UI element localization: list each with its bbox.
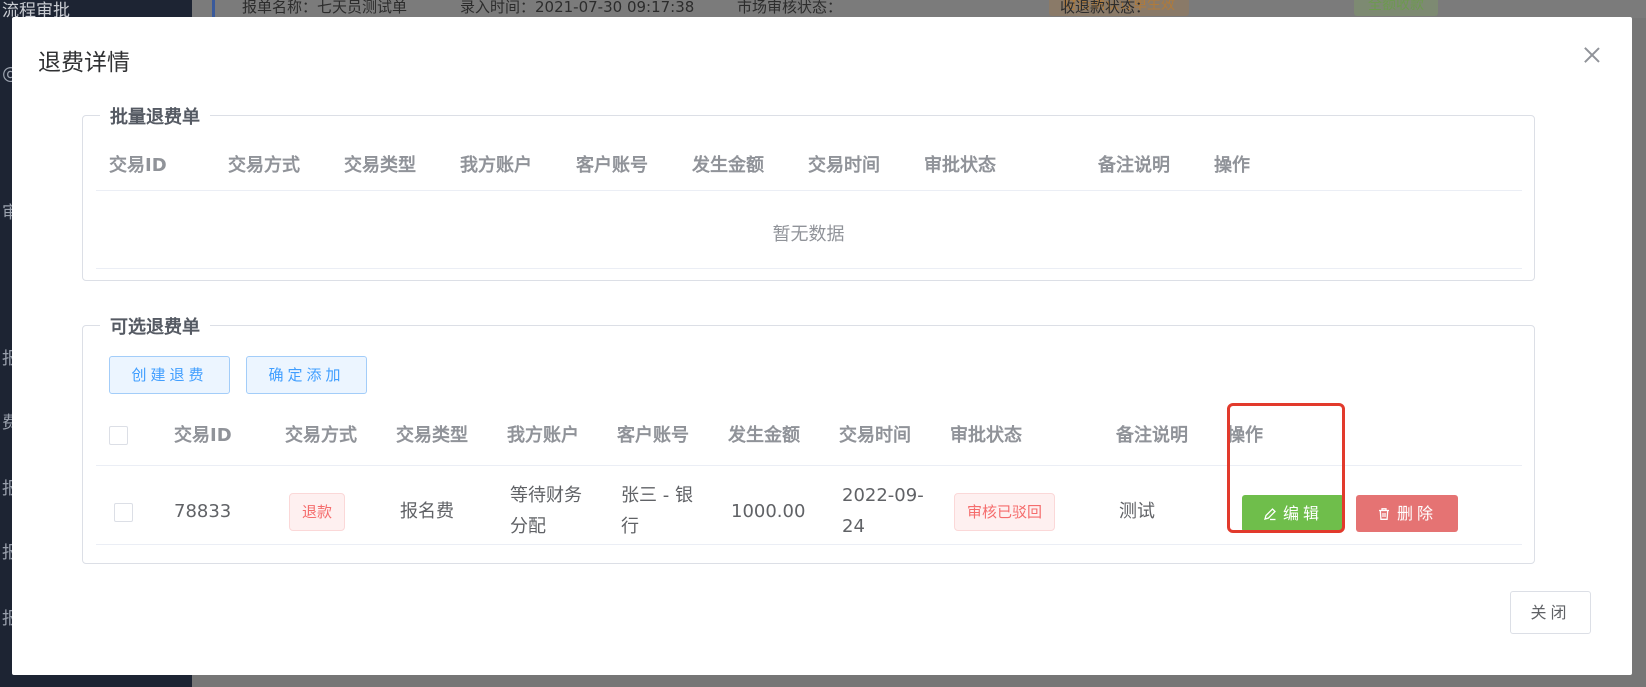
batch-refund-section: 批量退费单 交易ID 交易方式 交易类型 我方账户 客户账号 发生金额 交易时间… [82,103,1535,281]
column-header: 我方账户 [507,425,579,446]
optional-refund-legend: 可选退费单 [100,313,210,339]
column-header: 操作 [1227,425,1263,446]
column-header: 交易类型 [396,425,468,446]
confirm-add-button[interactable]: 确定添加 [246,356,367,394]
refund-detail-dialog: 退费详情 批量退费单 交易ID 交易方式 交易类型 我方账户 客户账号 发生金额… [12,17,1632,675]
close-icon[interactable] [1578,41,1606,69]
cell-transaction-time: 24 [842,516,865,537]
delete-button[interactable]: 删除 [1356,495,1458,532]
column-header: 发生金额 [692,155,764,176]
order-info-bar: 报单名称：七天员测试单 录入时间：2021-07-30 09:17:38 市场审… [192,0,1646,18]
column-header: 交易时间 [839,425,911,446]
column-header: 客户账号 [617,425,689,446]
column-header: 交易方式 [285,425,357,446]
entry-time: 录入时间：2021-07-30 09:17:38 [460,0,695,16]
column-header: 操作 [1214,155,1250,176]
column-header: 审批状态 [950,425,1022,446]
edit-icon [1264,508,1276,521]
accent-bar [212,0,215,18]
column-header: 客户账号 [576,155,648,176]
column-header: 交易时间 [808,155,880,176]
column-header: 我方账户 [460,155,532,176]
empty-state: 暂无数据 [772,224,845,245]
edit-button[interactable]: 编辑 [1242,495,1344,532]
column-header: 交易方式 [228,155,300,176]
cell-remark: 测试 [1119,501,1155,522]
cell-customer-account: 张三 - 银 [621,485,693,506]
cell-transaction-type: 报名费 [400,501,454,522]
order-name: 报单名称：七天员测试单 [242,0,408,16]
delete-button-label: 删除 [1396,504,1437,523]
transaction-method-tag: 退款 [289,493,346,531]
column-header: 交易类型 [344,155,416,176]
column-header: 交易ID [174,425,232,446]
edit-button-label: 编辑 [1282,504,1323,523]
cell-transaction-id: 78833 [174,501,232,522]
column-header: 备注说明 [1098,155,1170,176]
column-header: 发生金额 [728,425,800,446]
column-header: 备注说明 [1116,425,1188,446]
close-button[interactable]: 关闭 [1510,591,1591,634]
select-all-checkbox[interactable] [109,426,128,445]
refund-status-label: 收退款状态： [1060,0,1151,16]
batch-refund-legend: 批量退费单 [100,103,210,129]
refund-status-badge: 全额收款 [1354,0,1438,16]
row-checkbox[interactable] [114,503,133,522]
column-header: 交易ID [109,155,167,176]
create-refund-button[interactable]: 创建退费 [109,356,230,394]
cell-our-account: 分配 [510,516,546,537]
dialog-title: 退费详情 [38,50,130,76]
cell-amount: 1000.00 [731,501,806,522]
row-divider [96,544,1522,545]
header-divider [96,190,1522,191]
row-divider [96,268,1522,269]
cell-customer-account: 行 [621,516,639,537]
optional-refund-section: 可选退费单 创建退费 确定添加 交易ID 交易方式 交易类型 我方账户 客户账号… [82,313,1535,564]
trash-icon [1378,508,1389,520]
approval-status-tag: 审核已驳回 [954,493,1056,531]
header-divider [96,465,1522,466]
cell-our-account: 等待财务 [510,485,582,506]
column-header: 审批状态 [924,155,996,176]
cell-transaction-time: 2022-09- [842,485,924,506]
market-status-label: 市场审核状态： [737,0,843,16]
